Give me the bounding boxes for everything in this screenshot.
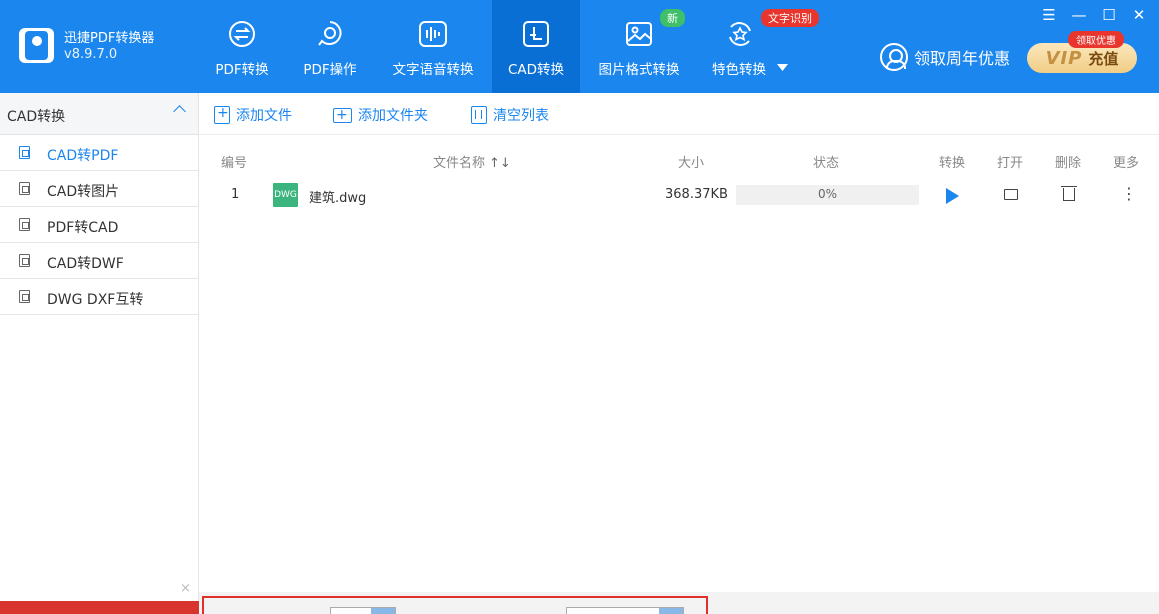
col-index-header: 编号 xyxy=(221,156,248,171)
clear-list-label: 清空列表 xyxy=(493,108,549,124)
sidebar-header[interactable]: CAD转换 xyxy=(0,93,198,135)
sidebar-item-label: CAD转PDF xyxy=(47,148,119,164)
ocr-badge: 文字识别 xyxy=(761,9,819,27)
swap-doc-icon xyxy=(229,21,255,47)
chevron-up-icon xyxy=(173,105,186,118)
close-icon[interactable]: ✕ xyxy=(1128,5,1150,25)
page-size-select[interactable] xyxy=(566,607,684,614)
add-file-label: 添加文件 xyxy=(236,108,292,124)
vip-logo: VIP xyxy=(1045,47,1083,69)
add-file-icon xyxy=(214,105,230,124)
col-size-header: 大小 xyxy=(678,156,705,171)
vip-label: 充值 xyxy=(1088,49,1119,68)
progress-bar: 0% xyxy=(736,185,919,205)
audio-wave-icon xyxy=(419,21,447,47)
col-open-header: 打开 xyxy=(997,156,1024,171)
add-folder-label: 添加文件夹 xyxy=(358,108,428,124)
close-ad-icon[interactable]: × xyxy=(180,581,191,596)
gear-doc-icon xyxy=(318,21,342,46)
col-status-header: 状态 xyxy=(813,156,840,171)
sidebar-item-label: PDF转CAD xyxy=(47,220,119,236)
image-doc-icon xyxy=(19,182,30,195)
sidebar-item-cad-to-pdf[interactable]: CAD转PDF xyxy=(0,135,198,171)
clear-list-button[interactable]: 清空列表 xyxy=(471,105,549,125)
more-vertical-icon[interactable]: ⋮ xyxy=(1121,186,1137,202)
tab-label: PDF转换 xyxy=(215,62,269,78)
vip-discount-badge: 领取优惠 xyxy=(1068,31,1124,48)
sidebar: CAD转换 CAD转PDF CAD转图片 PDF转CAD CAD转DWF DWG… xyxy=(0,93,199,614)
col-convert-header: 转换 xyxy=(939,156,966,171)
color-select[interactable] xyxy=(330,607,396,614)
file-name: 建筑.dwg xyxy=(309,191,367,206)
file-size: 368.37KB xyxy=(665,187,728,202)
star-refresh-icon xyxy=(729,22,751,46)
toolbar: 添加文件 添加文件夹 清空列表 xyxy=(199,93,1159,135)
menu-icon[interactable]: ☰ xyxy=(1038,5,1060,25)
sidebar-item-pdf-to-cad[interactable]: PDF转CAD xyxy=(0,207,198,243)
add-folder-icon xyxy=(333,107,352,123)
minimize-icon[interactable]: — xyxy=(1068,5,1090,25)
trash-icon xyxy=(471,106,487,124)
add-file-button[interactable]: 添加文件 xyxy=(214,105,292,125)
promo-label: 领取周年优惠 xyxy=(914,49,1011,68)
page-size-label xyxy=(446,609,450,614)
maximize-icon[interactable]: ☐ xyxy=(1098,5,1120,25)
sidebar-item-dwg-dxf[interactable]: DWG DXF互转 xyxy=(0,279,198,315)
chevron-down-icon xyxy=(777,64,788,71)
image-icon xyxy=(626,22,652,46)
sidebar-item-cad-to-image[interactable]: CAD转图片 xyxy=(0,171,198,207)
tab-text-speech[interactable]: 文字语音转换 xyxy=(383,0,483,93)
dropdown-arrow xyxy=(371,608,395,614)
sidebar-item-label: CAD转图片 xyxy=(47,184,120,200)
col-more-header: 更多 xyxy=(1113,156,1140,171)
user-icon xyxy=(880,43,908,71)
tab-label: PDF操作 xyxy=(303,62,357,78)
sidebar-item-label: CAD转DWF xyxy=(47,256,124,272)
cad-doc-icon xyxy=(19,218,30,231)
trash-icon[interactable] xyxy=(1061,186,1077,201)
top-bar: 迅捷PDF转换器 v8.9.7.0 PDF转换 PDF操作 文字语音转换 CAD… xyxy=(0,0,1159,93)
progress-text: 0% xyxy=(817,187,838,201)
dwg-file-icon: DWG xyxy=(273,183,298,207)
ad-banner[interactable] xyxy=(0,601,199,614)
new-badge: 新 xyxy=(660,9,685,27)
dwg-doc-icon xyxy=(19,290,30,303)
color-setting-label xyxy=(210,609,214,614)
app-version: v8.9.7.0 xyxy=(64,47,118,62)
app-name: 迅捷PDF转换器 xyxy=(64,31,155,46)
anniversary-promo[interactable]: 领取周年优惠 xyxy=(880,42,1010,72)
sidebar-title: CAD转换 xyxy=(7,109,66,125)
dropdown-arrow xyxy=(659,608,683,614)
tab-label: 文字语音转换 xyxy=(392,62,474,78)
table-row[interactable]: 1 DWG 建筑.dwg 368.37KB 0% ⋮ xyxy=(199,178,1159,212)
tab-label: CAD转换 xyxy=(507,62,565,78)
sidebar-item-cad-to-dwf[interactable]: CAD转DWF xyxy=(0,243,198,279)
col-name-header[interactable]: 文件名称 ↑↓ xyxy=(433,152,511,171)
pdf-doc-icon xyxy=(19,146,30,159)
tab-label: 图片格式转换 xyxy=(598,62,680,78)
play-icon[interactable] xyxy=(946,188,959,204)
col-name-label: 文件名称 xyxy=(433,156,486,171)
sidebar-item-label: DWG DXF互转 xyxy=(47,292,144,308)
app-logo xyxy=(19,28,54,63)
tab-pdf-operation[interactable]: PDF操作 xyxy=(288,0,372,93)
col-delete-header: 删除 xyxy=(1055,156,1082,171)
tab-pdf-convert[interactable]: PDF转换 xyxy=(200,0,284,93)
sort-icon[interactable]: ↑↓ xyxy=(489,156,511,171)
cad-icon xyxy=(523,21,549,47)
add-folder-button[interactable]: 添加文件夹 xyxy=(333,105,428,125)
dwf-doc-icon xyxy=(19,254,30,267)
tab-cad-convert[interactable]: CAD转换 xyxy=(492,0,580,93)
row-index: 1 xyxy=(231,187,240,202)
folder-open-icon[interactable] xyxy=(1004,189,1018,200)
